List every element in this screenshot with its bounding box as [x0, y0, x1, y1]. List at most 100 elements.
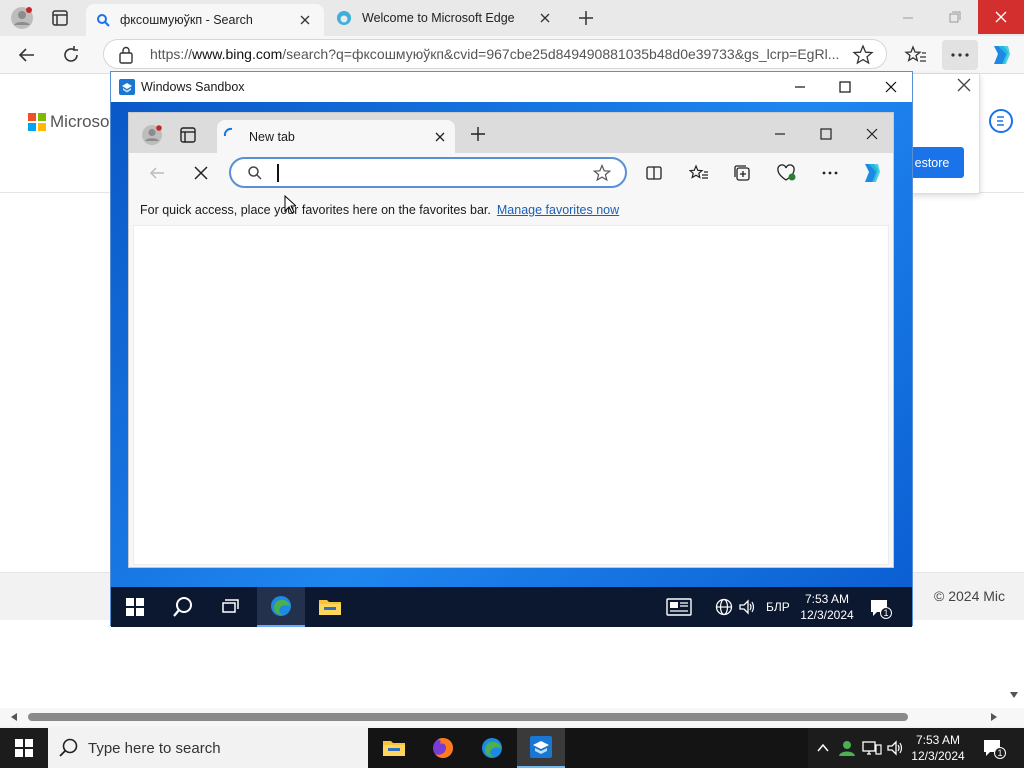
notification-count: 1: [880, 607, 892, 619]
news-widget-icon[interactable]: [655, 587, 703, 627]
split-screen-icon[interactable]: [645, 164, 663, 182]
firefox-icon[interactable]: [419, 728, 467, 768]
clock-date: 12/3/2024: [911, 749, 965, 763]
start-button[interactable]: [111, 587, 159, 627]
favorites-bar-text: For quick access, place your favorites h…: [140, 203, 491, 217]
language-indicator[interactable]: БЛР: [766, 600, 790, 614]
sandbox-close-button[interactable]: [876, 77, 906, 97]
sandbox-title: Windows Sandbox: [141, 80, 245, 94]
notification-icon[interactable]: 1: [982, 738, 1008, 760]
network-icon[interactable]: [862, 739, 882, 757]
back-button[interactable]: [16, 44, 38, 66]
manage-favorites-link[interactable]: Manage favorites now: [497, 203, 619, 217]
scroll-left-arrow[interactable]: [10, 712, 18, 722]
new-tab-button[interactable]: [576, 8, 596, 28]
file-explorer-icon[interactable]: [370, 728, 418, 768]
url-host: www.bing.com: [192, 46, 283, 62]
search-icon[interactable]: [159, 587, 207, 627]
favorite-star-icon[interactable]: [593, 164, 611, 182]
copilot-icon[interactable]: [860, 161, 884, 185]
maximize-button[interactable]: [815, 125, 837, 143]
sandbox-minimize-button[interactable]: [785, 77, 815, 97]
network-icon[interactable]: [715, 598, 733, 616]
taskbar-search-box[interactable]: Type here to search: [48, 728, 368, 768]
window-close-button[interactable]: [978, 0, 1024, 34]
scroll-down-arrow[interactable]: [1008, 690, 1020, 700]
inner-edge-window: New tab For quick access, place your fav…: [128, 112, 894, 568]
sandbox-maximize-button[interactable]: [830, 77, 860, 97]
sandbox-titlebar: Windows Sandbox: [111, 72, 912, 102]
copilot-icon[interactable]: [988, 42, 1014, 68]
browser-essentials-icon[interactable]: [777, 164, 797, 182]
user-presence-icon[interactable]: [838, 739, 856, 757]
url-prefix: https://: [150, 46, 193, 62]
tab-welcome-edge[interactable]: Welcome to Microsoft Edge: [326, 4, 564, 32]
popup-close-icon[interactable]: [956, 77, 972, 93]
lock-icon[interactable]: [118, 46, 134, 64]
tab-actions-icon[interactable]: [50, 8, 70, 28]
host-taskbar: Type here to search 7:53 AM 12/3/2024 1: [0, 728, 1024, 768]
back-button[interactable]: [147, 163, 167, 183]
notification-count: 1: [994, 747, 1006, 759]
close-icon[interactable]: [536, 9, 554, 27]
edge-taskbar-icon[interactable]: [257, 587, 305, 627]
tab-bing-search[interactable]: фксошмуюўкп - Search: [86, 4, 324, 36]
inner-tab-bar: New tab: [129, 113, 893, 153]
search-icon: [58, 737, 80, 759]
address-bar[interactable]: https://www.bing.com/search?q=фксошмуюўк…: [103, 39, 887, 69]
profile-icon[interactable]: [10, 6, 34, 30]
restore-label: estore: [914, 155, 950, 170]
profile-icon[interactable]: [141, 124, 163, 146]
stop-loading-button[interactable]: [191, 163, 211, 183]
edge-icon[interactable]: [468, 728, 516, 768]
notification-icon[interactable]: 1: [869, 598, 893, 620]
edge-side-icon[interactable]: [988, 108, 1014, 134]
search-icon: [96, 13, 110, 27]
collections-icon[interactable]: [733, 164, 751, 182]
more-menu-icon[interactable]: [942, 40, 978, 70]
sandbox-taskbar: БЛР 7:53 AM 12/3/2024 1: [111, 587, 912, 627]
volume-icon[interactable]: [738, 598, 756, 616]
outer-tab-bar: фксошмуюўкп - Search Welcome to Microsof…: [0, 0, 1024, 36]
sandbox-clock[interactable]: 7:53 AM 12/3/2024: [797, 591, 857, 623]
close-icon[interactable]: [435, 132, 445, 142]
brand-text: Microsoft: [50, 112, 119, 131]
show-hidden-icons-icon[interactable]: [816, 741, 830, 755]
favorites-icon[interactable]: [904, 44, 928, 66]
minimize-button[interactable]: [896, 8, 920, 28]
start-button[interactable]: [0, 728, 48, 768]
address-bar-input[interactable]: [229, 157, 627, 188]
tab-label: фксошмуюўкп - Search: [120, 13, 253, 27]
scroll-right-arrow[interactable]: [990, 712, 998, 722]
file-explorer-icon[interactable]: [306, 587, 354, 627]
favorite-star-icon[interactable]: [852, 44, 874, 66]
loading-spinner-icon: [223, 127, 237, 141]
close-button[interactable]: [861, 125, 883, 143]
more-menu-icon[interactable]: [821, 164, 839, 182]
close-icon[interactable]: [296, 11, 314, 29]
minimize-button[interactable]: [769, 125, 791, 143]
tab-label: New tab: [249, 129, 295, 144]
scrollbar-thumb[interactable]: [28, 713, 908, 721]
search-icon: [247, 165, 263, 181]
tab-label: Welcome to Microsoft Edge: [362, 11, 515, 25]
favorites-icon[interactable]: [689, 164, 709, 182]
refresh-button[interactable]: [60, 44, 82, 66]
tab-new-tab[interactable]: New tab: [217, 120, 455, 153]
horizontal-scrollbar[interactable]: [0, 708, 1024, 726]
sandbox-app-icon: [119, 79, 135, 95]
mouse-cursor: [284, 195, 296, 214]
restore-button[interactable]: [942, 8, 966, 28]
search-placeholder: Type here to search: [88, 739, 221, 757]
new-tab-button[interactable]: [469, 125, 487, 143]
windows-sandbox-taskbar-icon[interactable]: [517, 728, 565, 768]
clock-date: 12/3/2024: [800, 608, 854, 622]
outer-toolbar: https://www.bing.com/search?q=фксошмуюўк…: [0, 36, 1024, 74]
task-view-icon[interactable]: [207, 587, 255, 627]
host-clock[interactable]: 7:53 AM 12/3/2024: [906, 732, 970, 764]
volume-icon[interactable]: [886, 739, 904, 757]
tab-actions-icon[interactable]: [179, 126, 197, 144]
text-caret: [277, 164, 279, 182]
clock-time: 7:53 AM: [915, 733, 961, 747]
sandbox-window: Windows Sandbox New tab For quick access…: [110, 71, 913, 627]
